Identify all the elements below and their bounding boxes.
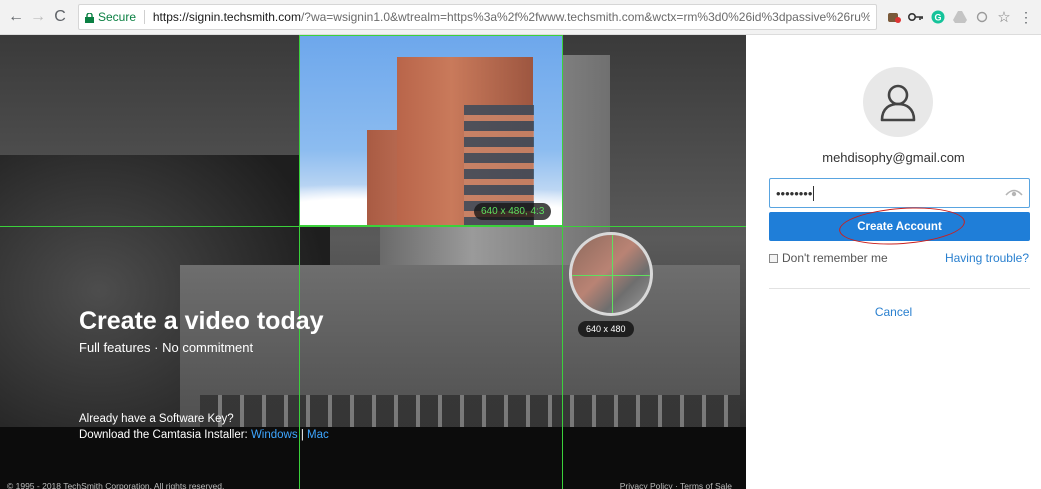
kebab-menu-icon[interactable]: ⋮ [1017, 8, 1035, 26]
account-email: mehdisophy@gmail.com [822, 150, 965, 165]
reload-icon[interactable]: C [50, 7, 70, 27]
mac-download-link[interactable]: Mac [307, 429, 329, 441]
star-icon[interactable]: ☆ [995, 8, 1013, 26]
magnifier-size-label: 640 x 480 [578, 321, 634, 337]
copyright: © 1995 - 2018 TechSmith Corporation. All… [7, 481, 225, 489]
remember-me-option[interactable]: Don't remember me [769, 251, 888, 265]
password-value: •••••••• [776, 185, 813, 201]
checkbox[interactable] [769, 253, 778, 263]
key-icon[interactable] [907, 8, 925, 26]
grammarly-icon[interactable]: G [929, 8, 947, 26]
back-icon[interactable]: ← [6, 7, 26, 27]
link-separator: | [300, 429, 304, 441]
drive-icon[interactable] [951, 8, 969, 26]
text-caret [813, 185, 815, 201]
lock-icon [85, 12, 94, 23]
hero-subtitle: Full features · No commitment [79, 340, 254, 355]
browser-toolbar: ← → C Secure https://signin.techsmith.co… [0, 0, 1041, 35]
circle-icon[interactable] [973, 8, 991, 26]
magnifier-loupe [569, 232, 653, 316]
extension-icon[interactable] [885, 8, 903, 26]
password-field[interactable]: •••••••• [769, 178, 1030, 208]
cancel-link[interactable]: Cancel [746, 305, 1041, 319]
url-host: https://signin.techsmith.com [152, 10, 301, 24]
software-key-question: Already have a Software Key? [79, 413, 234, 425]
divider [769, 288, 1030, 289]
hero-title: Create a video today [79, 307, 324, 335]
windows-download-link[interactable]: Windows [251, 429, 298, 441]
policy-links[interactable]: Privacy Policy · Terms of Sale [620, 481, 732, 489]
forward-icon[interactable]: → [28, 7, 48, 27]
hero-banner: 640 x 480, 4:3 640 x 480 Create a video … [0, 35, 746, 489]
download-prefix: Download the Camtasia Installer: [79, 429, 248, 441]
guide-line-horizontal [0, 226, 746, 227]
svg-text:G: G [934, 13, 941, 23]
eye-icon[interactable] [1005, 186, 1023, 201]
user-icon [863, 67, 933, 137]
capture-size-label: 640 x 480, 4:3 [474, 203, 552, 220]
capture-frame[interactable] [299, 35, 563, 226]
security-label: Secure [98, 10, 137, 24]
software-key-text: Already have a Software Key? Download th… [79, 411, 329, 443]
address-bar[interactable]: Secure https://signin.techsmith.com /?wa… [78, 4, 877, 30]
url-path: /?wa=wsignin1.0&wtrealm=https%3a%2f%2fww… [300, 10, 870, 24]
magnifier-crosshair-v [612, 235, 613, 313]
having-trouble-link[interactable]: Having trouble? [945, 251, 1029, 265]
signin-panel: mehdisophy@gmail.com •••••••• Create Acc… [746, 35, 1041, 489]
divider [144, 10, 145, 24]
remember-label: Don't remember me [782, 251, 888, 265]
create-account-button[interactable]: Create Account [769, 212, 1030, 241]
download-line: Download the Camtasia Installer: Windows… [79, 427, 329, 443]
